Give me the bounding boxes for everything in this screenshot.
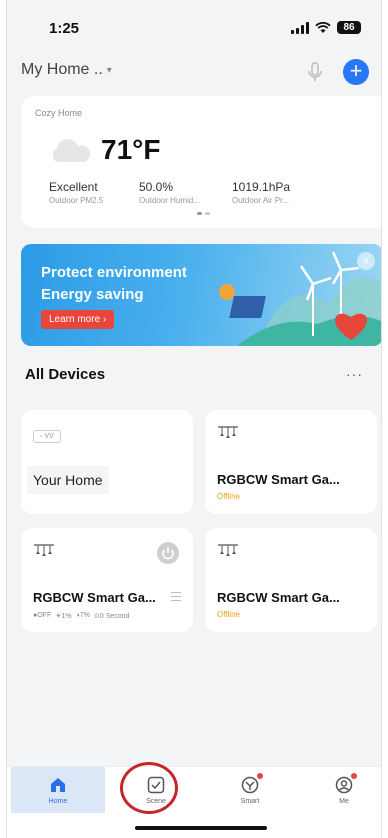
home-selector[interactable]: My Home .. ▾	[21, 61, 112, 79]
home-indicator	[135, 826, 267, 830]
device-stat: ●OFF	[33, 612, 52, 619]
device-badge: ◦ VV	[33, 430, 61, 443]
device-name: RGBCW Smart Ga...	[33, 590, 156, 605]
banner-title: Protect environment Energy saving	[41, 262, 187, 306]
stat-label: Outdoor PM2.5	[49, 196, 104, 205]
stat-value: 1019.1hPa	[232, 180, 291, 194]
tab-label: Home	[48, 798, 68, 805]
light-strip-icon	[218, 426, 238, 438]
device-name: RGBCW Smart Ga...	[217, 590, 340, 605]
device-stats: ●OFF ☀1% ◑7% ⊙0 Second	[33, 612, 129, 620]
light-strip-icon	[218, 544, 238, 556]
weather-location: Cozy Home	[35, 108, 83, 118]
header: My Home .. ▾ +	[7, 58, 381, 88]
signal-icon	[291, 21, 309, 34]
tab-label: Me	[339, 798, 349, 805]
scene-check-icon	[147, 776, 165, 794]
device-card[interactable]: RGBCW Smart Ga... Offline	[205, 528, 377, 632]
status-icons: 86	[291, 21, 361, 34]
tab-home[interactable]: Home	[11, 767, 105, 813]
device-stat: ⊙0 Second	[94, 613, 130, 620]
wifi-icon	[315, 21, 331, 33]
stat-label: Outdoor Humid...	[139, 196, 200, 205]
stat-label: Outdoor Air Pr...	[232, 196, 289, 205]
device-card[interactable]: RGBCW Smart Ga... Offline	[205, 410, 377, 514]
weather-card[interactable]: Cozy Home 71°F Excellent Outdoor PM2.5 5…	[21, 96, 381, 228]
status-bar: 1:25 86	[7, 0, 381, 52]
banner-line-2: Energy saving	[41, 286, 144, 303]
device-name: RGBCW Smart Ga...	[217, 472, 340, 487]
cloud-icon	[52, 139, 91, 162]
tab-label: Smart	[240, 798, 260, 805]
weather-stat-pm25: Excellent Outdoor PM2.5	[49, 180, 103, 205]
close-icon[interactable]: ×	[357, 252, 375, 270]
notification-dot	[257, 773, 263, 779]
temperature: 71°F	[101, 134, 161, 165]
weather-stat-pressure: 1019.1hPa Outdoor Air Pr...	[232, 180, 290, 205]
all-devices-title: All Devices	[25, 366, 106, 383]
banner-line-1: Protect environment	[41, 264, 187, 281]
status-time: 1:25	[49, 20, 80, 37]
learn-more-button[interactable]: Learn more ›	[41, 310, 115, 329]
microphone-icon[interactable]	[303, 60, 327, 84]
device-stat: ◑7%	[75, 612, 90, 619]
power-icon[interactable]	[157, 542, 179, 564]
stat-value: Excellent	[49, 180, 98, 194]
tab-me[interactable]: Me	[297, 767, 381, 813]
light-strip-icon	[34, 544, 54, 556]
device-card[interactable]: RGBCW Smart Ga... ●OFF ☀1% ◑7% ⊙0 Second	[21, 528, 193, 632]
add-button[interactable]: +	[343, 59, 369, 85]
tab-smart[interactable]: Smart	[203, 767, 297, 813]
weather-stat-humidity: 50.0% Outdoor Humid...	[139, 180, 200, 205]
more-options-button[interactable]: ···	[346, 366, 363, 382]
device-status: Offline	[217, 610, 240, 619]
stat-value: 50.0%	[139, 180, 174, 194]
tab-label: Scene	[146, 798, 166, 805]
menu-icon[interactable]	[171, 592, 181, 604]
phone-screen: 1:25 86 My Home .. ▾ + Cozy Home 71°F Ex…	[6, 0, 382, 838]
home-icon	[51, 778, 65, 792]
device-card-your-home[interactable]: ◦ VV Your Home	[21, 410, 193, 514]
promo-banner[interactable]: Protect environment Energy saving Learn …	[21, 244, 381, 346]
pagination-dots	[197, 212, 210, 215]
device-stat: ☀1%	[55, 613, 72, 620]
notification-dot	[351, 773, 357, 779]
battery-indicator: 86	[337, 21, 361, 34]
tab-scene[interactable]: Scene	[109, 767, 203, 813]
device-name: Your Home	[27, 466, 109, 494]
chevron-down-icon: ▾	[106, 64, 112, 76]
device-status: Offline	[217, 492, 240, 501]
home-name: My Home ..	[21, 61, 103, 78]
